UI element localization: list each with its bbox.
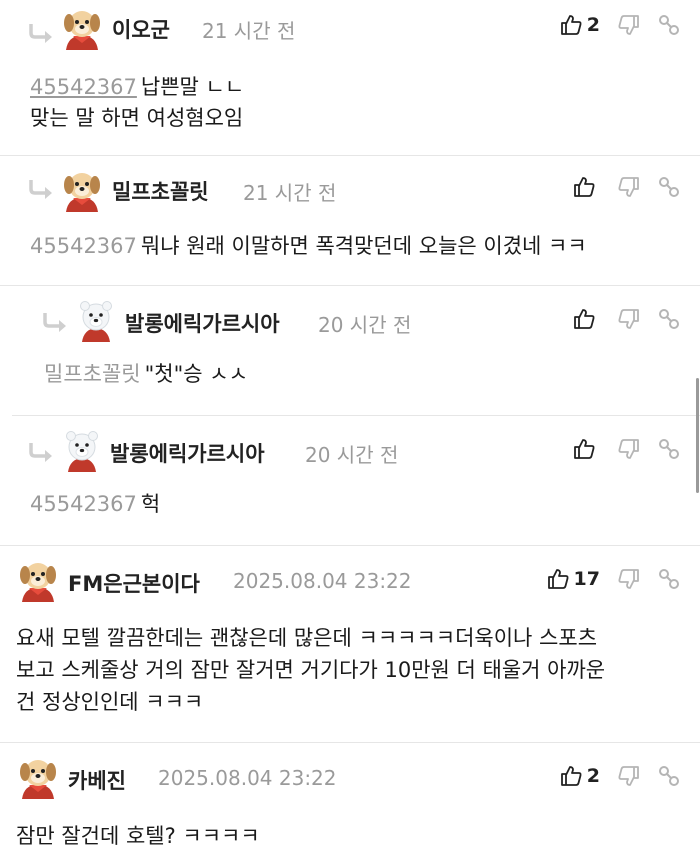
comment-timestamp: 20 시간 전 xyxy=(318,313,412,337)
comment-text: 요새 모텔 깔끔한데는 괜찮은데 많은데 ㅋㅋㅋㅋㅋ더욱이나 스포츠 xyxy=(16,626,598,650)
comment-nickname[interactable]: 카베진 xyxy=(68,765,126,795)
comment-actions: 2 xyxy=(542,14,680,36)
comment-body: 45542367 뭐냐 원래 이말하면 폭격맞던데 오늘은 이겼네 ㅋㅋ xyxy=(0,212,700,262)
thumbs-down-icon xyxy=(618,766,639,786)
like-button[interactable] xyxy=(573,308,600,330)
link-icon xyxy=(659,177,679,197)
thumbs-up-icon xyxy=(574,439,595,459)
like-count: 2 xyxy=(586,765,600,787)
like-button[interactable] xyxy=(573,438,600,460)
share-button[interactable] xyxy=(658,308,680,330)
like-button[interactable]: 17 xyxy=(547,568,600,590)
thumbs-up-icon xyxy=(574,309,595,329)
comment-item: 이오군 21 시간 전 2 45542367 납쁜말 ㄴㄴ 맞는 말 하면 여성혐… xyxy=(0,0,700,156)
thumbs-up-icon xyxy=(560,15,582,35)
like-button[interactable]: 2 xyxy=(560,14,600,36)
thumbs-down-icon xyxy=(618,569,639,589)
comment-text: 건 정상인인데 ㅋㅋㅋ xyxy=(16,690,204,714)
like-count: 2 xyxy=(586,14,600,36)
comment-item: 카베진 2025.08.04 23:22 2 잠만 잘건데 호텔? ㅋㅋㅋㅋ xyxy=(0,743,700,863)
mention-link[interactable]: 밀프초꼴릿 xyxy=(44,362,141,386)
thumbs-up-icon xyxy=(574,177,595,197)
thumbs-down-icon xyxy=(618,177,639,197)
comment-actions: 2 xyxy=(542,765,680,787)
thumbs-up-icon xyxy=(547,569,569,589)
comment-body: 요새 모텔 깔끔한데는 괜찮은데 많은데 ㅋㅋㅋㅋㅋ더욱이나 스포츠 보고 스케… xyxy=(0,602,700,718)
share-button[interactable] xyxy=(658,176,680,198)
comment-actions xyxy=(555,438,680,460)
comment-body: 잠만 잘건데 호텔? ㅋㅋㅋㅋ xyxy=(0,799,700,852)
comment-list: 이오군 21 시간 전 2 45542367 납쁜말 ㄴㄴ 맞는 말 하면 여성혐… xyxy=(0,0,700,863)
thumbs-down-icon xyxy=(618,15,639,35)
comment-text: 보고 스케줄상 거의 잠만 잘거면 거기다가 10만원 더 태울거 아까운 xyxy=(16,658,606,682)
thumbs-up-icon xyxy=(560,766,582,786)
mention-link[interactable]: 45542367 xyxy=(30,75,137,99)
comment-text: 납쁜말 ㄴㄴ xyxy=(140,75,245,99)
puppy-avatar-icon[interactable] xyxy=(16,558,60,602)
thumbs-down-icon xyxy=(618,309,639,329)
share-button[interactable] xyxy=(658,765,680,787)
comment-item: 발롱에릭가르시아 20 시간 전 45542367 헉 xyxy=(0,416,700,546)
comment-nickname[interactable]: FM은근본이다 xyxy=(68,568,200,598)
comment-body: 45542367 납쁜말 ㄴㄴ 맞는 말 하면 여성혐오임 xyxy=(0,56,700,134)
puppy-avatar-icon[interactable] xyxy=(16,755,60,799)
polar-bear-avatar-icon[interactable] xyxy=(60,428,104,472)
comment-timestamp: 2025.08.04 23:22 xyxy=(233,569,412,593)
comment-actions: 17 xyxy=(529,568,680,590)
comment-text: "첫"승 ㅅㅅ xyxy=(144,362,248,386)
comment-timestamp: 21 시간 전 xyxy=(243,181,337,205)
dislike-button[interactable] xyxy=(618,308,640,330)
comment-item: 발롱에릭가르시아 20 시간 전 밀프초꼴릿 "첫"승 ㅅㅅ xyxy=(12,286,700,416)
polar-bear-avatar-icon[interactable] xyxy=(74,298,118,342)
comment-actions xyxy=(555,308,680,330)
dislike-button[interactable] xyxy=(618,176,640,198)
comment-text: 맞는 말 하면 여성혐오임 xyxy=(30,106,244,130)
comment-timestamp: 2025.08.04 23:22 xyxy=(158,766,337,790)
reply-arrow-icon xyxy=(29,443,52,462)
comment-nickname[interactable]: 밀프초꼴릿 xyxy=(112,176,209,206)
comment-nickname[interactable]: 발롱에릭가르시아 xyxy=(125,308,280,338)
like-count: 17 xyxy=(573,568,600,590)
comment-item: 밀프초꼴릿 21 시간 전 45542367 뭐냐 원래 이말하면 폭격맞던데 오… xyxy=(0,156,700,286)
like-button[interactable] xyxy=(573,176,600,198)
comment-body: 45542367 헉 xyxy=(0,472,700,520)
comment-timestamp: 21 시간 전 xyxy=(202,19,296,43)
share-button[interactable] xyxy=(658,438,680,460)
link-icon xyxy=(659,309,679,329)
comment-body: 밀프초꼴릿 "첫"승 ㅅㅅ xyxy=(12,342,700,390)
like-button[interactable]: 2 xyxy=(560,765,600,787)
dislike-button[interactable] xyxy=(618,14,640,36)
link-icon xyxy=(659,766,679,786)
link-icon xyxy=(659,15,679,35)
comment-text: 잠만 잘건데 호텔? ㅋㅋㅋㅋ xyxy=(16,824,260,848)
comment-nickname[interactable]: 발롱에릭가르시아 xyxy=(110,438,265,468)
dislike-button[interactable] xyxy=(618,568,640,590)
mention-link[interactable]: 45542367 xyxy=(30,492,137,516)
dislike-button[interactable] xyxy=(618,438,640,460)
reply-arrow-icon xyxy=(43,313,66,332)
link-icon xyxy=(659,439,679,459)
comment-item: FM은근본이다 2025.08.04 23:22 17 요새 모텔 깔끔한데는 … xyxy=(0,546,700,743)
link-icon xyxy=(659,569,679,589)
dislike-button[interactable] xyxy=(618,765,640,787)
share-button[interactable] xyxy=(658,14,680,36)
puppy-avatar-icon[interactable] xyxy=(60,168,104,212)
reply-arrow-icon xyxy=(29,24,52,43)
share-button[interactable] xyxy=(658,568,680,590)
puppy-avatar-icon[interactable] xyxy=(60,6,104,50)
comment-actions xyxy=(555,176,680,198)
scrollbar-thumb[interactable] xyxy=(696,378,699,493)
reply-arrow-icon xyxy=(29,180,52,199)
thumbs-down-icon xyxy=(618,439,639,459)
mention-link[interactable]: 45542367 xyxy=(30,234,137,258)
comment-timestamp: 20 시간 전 xyxy=(305,443,399,467)
comment-nickname[interactable]: 이오군 xyxy=(112,14,170,44)
comment-text: 헉 xyxy=(140,492,161,516)
comment-text: 뭐냐 원래 이말하면 폭격맞던데 오늘은 이겼네 ㅋㅋ xyxy=(140,234,587,258)
